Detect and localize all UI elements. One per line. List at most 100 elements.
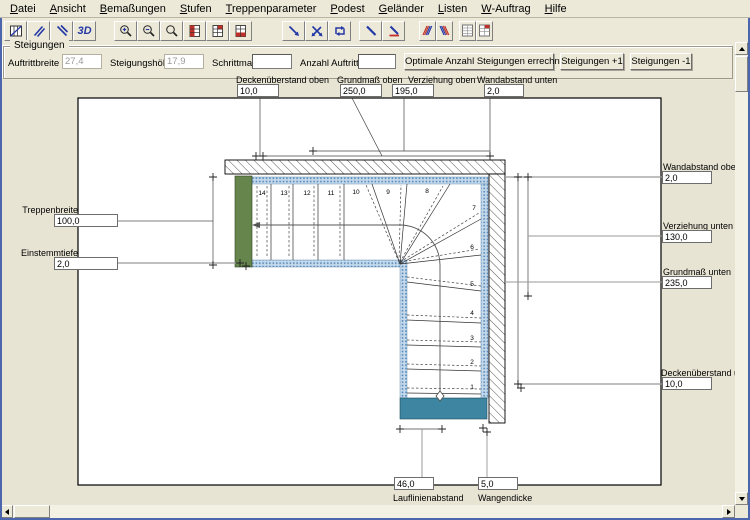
steigungen-group-label: Steigungen [10, 40, 69, 51]
menu-hilfe[interactable]: Hilfe [538, 1, 574, 17]
menu-bemassungen[interactable]: Bemaßungen [93, 1, 173, 17]
steigungen-minus1-button[interactable]: Steigungen -1 [630, 53, 692, 70]
window-border-left [0, 18, 2, 520]
step-number: 4 [470, 310, 474, 317]
hatch-blue-red-button[interactable] [436, 21, 453, 41]
stringer-line-base-button[interactable] [382, 21, 405, 41]
draw-line-slash-icon [32, 24, 46, 38]
hatch-red-blue-button[interactable] [419, 21, 436, 41]
step-list-red-1-button[interactable] [183, 21, 206, 41]
step-list-red-2-button[interactable] [206, 21, 229, 41]
stair-plan-canvas[interactable]: 14 13 12 11 10 9 8 7 6 5 4 3 2 1 [0, 80, 750, 520]
steigungshoehe-field [164, 54, 204, 69]
step-number: 11 [328, 190, 335, 197]
verziehung-oben-field[interactable] [392, 84, 434, 97]
application-window: Datei Ansicht Bemaßungen Stufen Treppenp… [0, 0, 750, 520]
zoom-out-button[interactable] [137, 21, 160, 41]
hatch-blue-red-icon [438, 24, 451, 37]
menubar: Datei Ansicht Bemaßungen Stufen Treppenp… [0, 0, 750, 18]
vertical-scroll-thumb[interactable] [735, 56, 748, 92]
lauflinienabstand-field[interactable] [394, 477, 434, 490]
toolbar-group-draw: 3D [4, 21, 96, 41]
zoom-window-button[interactable] [160, 21, 183, 41]
stair-direction-icon [287, 24, 301, 38]
grundmass-unten-field[interactable] [662, 276, 712, 289]
toolbar-group-lists [459, 21, 493, 41]
stringer-line-icon [364, 24, 378, 38]
step-number: 8 [425, 188, 429, 195]
stringer-line-button[interactable] [359, 21, 382, 41]
zoom-window-icon [165, 24, 179, 38]
step-number: 6 [470, 244, 474, 251]
stringer-line-base-icon [387, 24, 401, 38]
lauflinienabstand-label: Lauflinienabstand [393, 493, 464, 503]
stair-direction-button[interactable] [282, 21, 305, 41]
toolbar-group-zoom [114, 21, 252, 41]
grundmass-oben-field[interactable] [340, 84, 382, 97]
scroll-down-button[interactable] [735, 492, 748, 505]
step-number: 7 [472, 205, 476, 212]
deckenueberstand-unten-field[interactable] [662, 377, 712, 390]
zoom-in-button[interactable] [114, 21, 137, 41]
menu-w-auftrag[interactable]: W-Auftrag [474, 1, 537, 17]
list-table-button[interactable] [459, 21, 476, 41]
horizontal-scroll-thumb[interactable] [14, 505, 50, 518]
step-number: 1 [470, 384, 474, 391]
draw-line-slash-button[interactable] [27, 21, 50, 41]
stair-directions-swap-button[interactable] [305, 21, 328, 41]
hatch-red-blue-icon [421, 24, 434, 37]
toolbar: 3D [0, 19, 750, 42]
stair-plan-button[interactable] [4, 21, 27, 41]
wandabstand-oben-field[interactable] [662, 171, 712, 184]
menu-stufen[interactable]: Stufen [173, 1, 219, 17]
wangendicke-label: Wangendicke [478, 493, 532, 503]
step-number: 14 [258, 190, 266, 197]
wandabstand-unten-field[interactable] [484, 84, 524, 97]
stair-plan-icon [9, 24, 23, 38]
left-arrow-icon [5, 509, 9, 515]
steigungen-plus1-button[interactable]: Steigungen +1 [560, 53, 624, 70]
wangendicke-field[interactable] [478, 477, 518, 490]
list-table-marked-icon [478, 24, 491, 37]
up-arrow-icon [739, 47, 745, 51]
step-list-red-1-icon [188, 24, 202, 38]
wall-top [225, 160, 505, 174]
menu-podest[interactable]: Podest [323, 1, 371, 17]
right-arrow-icon [727, 509, 731, 515]
auftrittbreite-field [62, 54, 102, 69]
vertical-scrollbar[interactable] [735, 42, 748, 505]
bottom-entry-step-teal [400, 398, 487, 419]
step-number: 10 [352, 189, 360, 196]
menu-gelaender[interactable]: Geländer [372, 1, 431, 17]
step-number: 5 [470, 281, 474, 288]
toolbar-group-hatch [419, 21, 453, 41]
treppenbreite-field[interactable] [54, 214, 118, 227]
scroll-right-button[interactable] [722, 505, 735, 518]
auftrittbreite-label: Auftrittbreite [8, 58, 59, 69]
step-number: 9 [386, 189, 390, 196]
menu-treppenparameter[interactable]: Treppenparameter [219, 1, 324, 17]
step-list-red-3-button[interactable] [229, 21, 252, 41]
scroll-up-button[interactable] [735, 42, 748, 55]
schrittmass-field[interactable] [252, 54, 292, 69]
anzahl-auftritte-field[interactable] [358, 54, 396, 69]
step-number: 13 [280, 190, 288, 197]
list-table-marked-button[interactable] [476, 21, 493, 41]
top-landing-step-green [235, 176, 252, 267]
stair-directions-rotate-button[interactable] [328, 21, 351, 41]
menu-listen[interactable]: Listen [431, 1, 474, 17]
menu-ansicht[interactable]: Ansicht [43, 1, 93, 17]
wall-right [489, 174, 505, 423]
anzahl-auftritte-label: Anzahl Auftritte [300, 58, 364, 69]
stair-directions-swap-icon [310, 24, 324, 38]
horizontal-scrollbar[interactable] [0, 505, 735, 518]
draw-line-backslash-button[interactable] [50, 21, 73, 41]
view-3d-button[interactable]: 3D [73, 21, 96, 41]
step-number: 12 [303, 190, 311, 197]
optimale-steigungen-button[interactable]: Optimale Anzahl Steigungen errechnen [404, 53, 554, 70]
einstemmtiefe-field[interactable] [54, 257, 118, 270]
verziehung-unten-field[interactable] [662, 230, 712, 243]
deckenueberstand-oben-field[interactable] [237, 84, 279, 97]
menu-datei[interactable]: Datei [3, 1, 43, 17]
stair-directions-rotate-icon [333, 24, 347, 38]
